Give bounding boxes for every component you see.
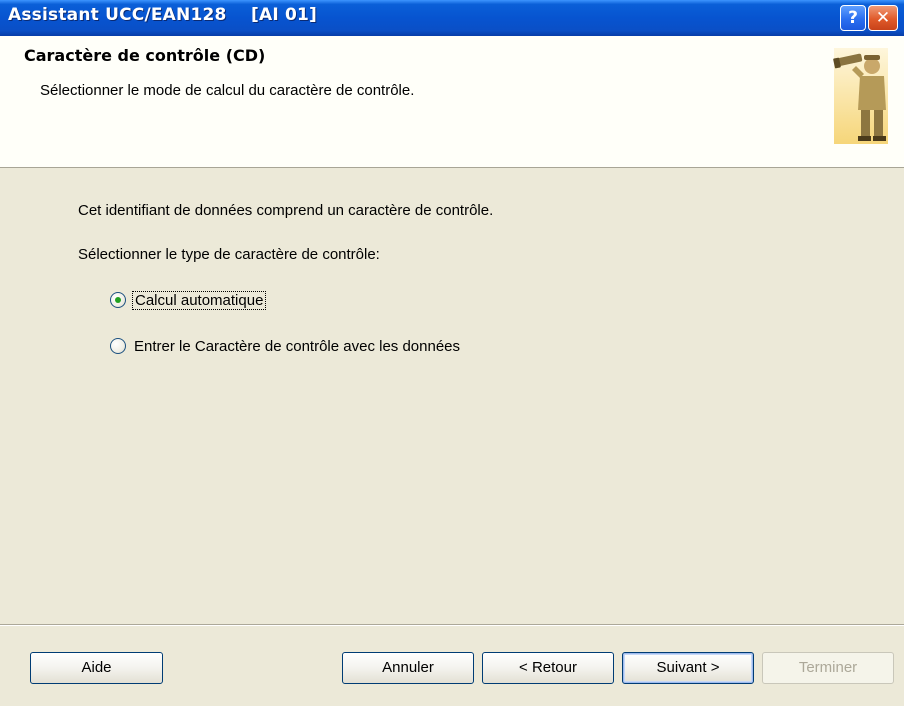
page-title: Caractère de contrôle (CD) — [24, 46, 266, 65]
radio-checked-icon[interactable] — [110, 292, 126, 308]
page-subtitle: Sélectionner le mode de calcul du caract… — [40, 82, 415, 99]
type-prompt: Sélectionner le type de caractère de con… — [78, 246, 380, 263]
help-title-button[interactable]: ? — [840, 5, 866, 31]
finish-button: Terminer — [762, 652, 894, 684]
cancel-button[interactable]: Annuler — [342, 652, 474, 684]
radio-unchecked-icon[interactable] — [110, 338, 126, 354]
close-icon: ✕ — [875, 8, 891, 28]
radio-automatic-calculation[interactable]: Calcul automatique — [110, 288, 267, 312]
radio-label-manual[interactable]: Entrer le Caractère de contrôle avec les… — [132, 338, 462, 355]
button-separator — [0, 624, 904, 626]
help-button[interactable]: Aide — [30, 652, 163, 684]
radio-label-automatic[interactable]: Calcul automatique — [132, 290, 267, 310]
info-text: Cet identifiant de données comprend un c… — [78, 202, 494, 219]
telescope-figure-icon — [833, 48, 888, 144]
window-title: Assistant UCC/EAN128 [AI 01] — [8, 5, 318, 25]
title-bar[interactable]: Assistant UCC/EAN128 [AI 01] ? ✕ — [0, 0, 904, 36]
close-button[interactable]: ✕ — [868, 5, 898, 31]
back-button[interactable]: < Retour — [482, 652, 614, 684]
question-mark-icon: ? — [848, 8, 858, 28]
next-button[interactable]: Suivant > — [622, 652, 754, 684]
wizard-window: Assistant UCC/EAN128 [AI 01] ? ✕ Caractè… — [0, 0, 904, 706]
radio-enter-check-character[interactable]: Entrer le Caractère de contrôle avec les… — [110, 334, 462, 358]
